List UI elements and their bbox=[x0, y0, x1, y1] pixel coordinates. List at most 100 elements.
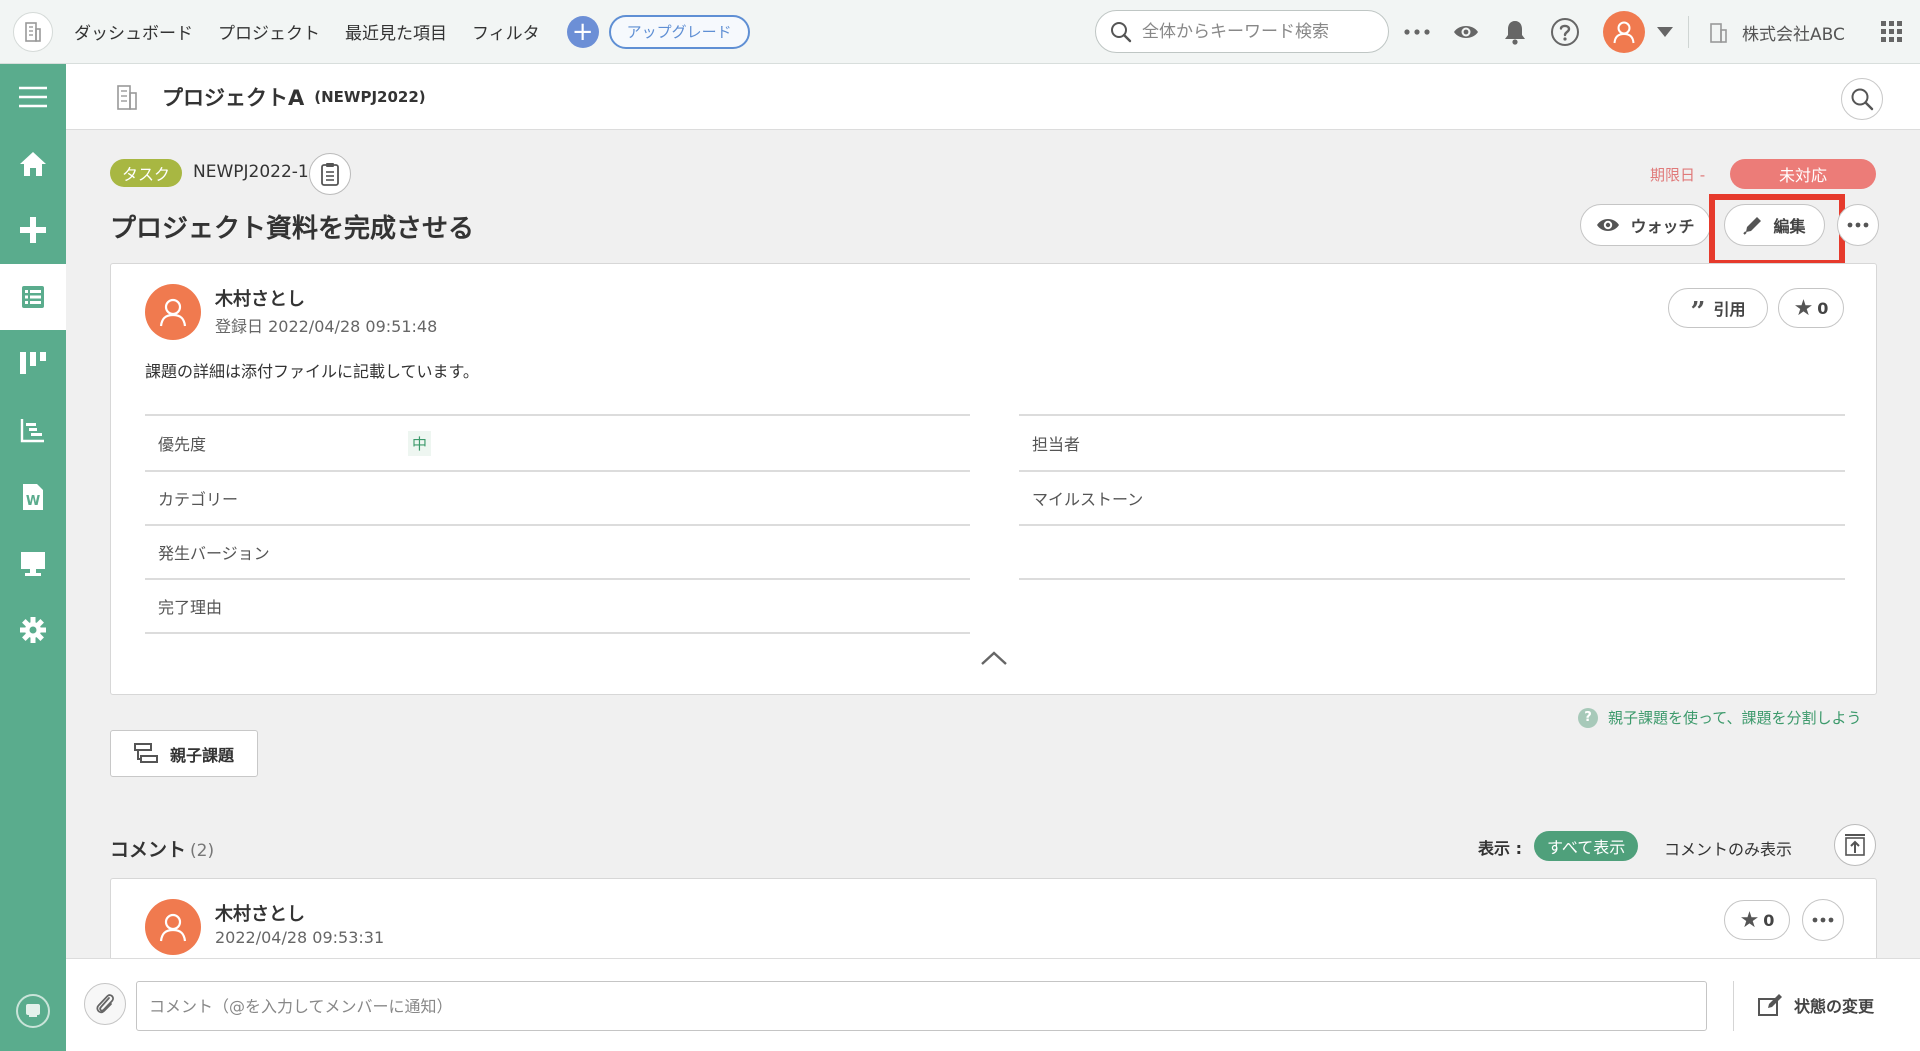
property-label: 担当者 bbox=[1032, 435, 1081, 454]
attach-button[interactable] bbox=[84, 983, 126, 1025]
comments-title: コメント bbox=[110, 839, 187, 861]
more-icon bbox=[1812, 917, 1834, 923]
watch-label: ウォッチ bbox=[1630, 217, 1695, 236]
help-link-text: 親子課題を使って、課題を分割しよう bbox=[1608, 709, 1862, 727]
commenter-name[interactable]: 木村さとし bbox=[215, 900, 305, 926]
project-key: (NEWPJ2022) bbox=[314, 87, 426, 106]
gantt-icon[interactable] bbox=[0, 397, 66, 463]
display-filter-label: 表示 : bbox=[1478, 839, 1522, 858]
quote-icon: ” bbox=[1690, 297, 1706, 327]
hierarchy-icon bbox=[133, 742, 158, 763]
property-label: 優先度 bbox=[158, 435, 207, 454]
due-date: 期限日 - bbox=[1650, 166, 1706, 184]
files-icon[interactable] bbox=[0, 530, 66, 596]
company-switcher[interactable]: 株式会社ABC bbox=[1708, 20, 1845, 45]
eye-icon bbox=[1597, 219, 1620, 231]
show-comments-only-toggle[interactable]: コメントのみ表示 bbox=[1664, 836, 1792, 860]
issue-card: 木村さとし 登録日 2022/04/28 09:51:48 ” 引用 ★ 0 課… bbox=[110, 263, 1877, 695]
author-name[interactable]: 木村さとし bbox=[215, 285, 305, 311]
upgrade-button[interactable]: アップグレード bbox=[608, 14, 750, 49]
edit-status-icon bbox=[1758, 994, 1782, 1016]
more-icon bbox=[1847, 222, 1869, 228]
top-bar: ダッシュボード プロジェクト 最近見た項目 フィルタ + アップグレード 株式会… bbox=[0, 0, 1920, 64]
property-row bbox=[1019, 526, 1845, 580]
chevron-up-icon[interactable] bbox=[979, 648, 1009, 668]
global-search[interactable] bbox=[1095, 10, 1389, 53]
issues-list-icon[interactable] bbox=[0, 264, 66, 330]
user-avatar[interactable] bbox=[1603, 11, 1645, 53]
settings-icon[interactable] bbox=[0, 597, 66, 663]
change-status-label: 状態の変更 bbox=[1794, 997, 1875, 1016]
paperclip-icon bbox=[96, 994, 114, 1014]
parent-child-button[interactable]: 親子課題 bbox=[110, 730, 258, 777]
watch-button[interactable]: ウォッチ bbox=[1580, 204, 1711, 246]
project-header: プロジェクトA (NEWPJ2022) bbox=[66, 64, 1920, 130]
chat-icon[interactable] bbox=[16, 994, 50, 1028]
highlight-box bbox=[1709, 194, 1845, 266]
search-icon bbox=[1851, 88, 1874, 111]
issue-type-badge: タスク bbox=[110, 159, 183, 187]
comment-star-count: 0 bbox=[1763, 910, 1775, 930]
star-button[interactable]: ★ 0 bbox=[1778, 288, 1844, 328]
show-all-toggle[interactable]: すべて表示 bbox=[1534, 831, 1639, 861]
bell-icon[interactable] bbox=[1499, 16, 1531, 48]
board-icon[interactable] bbox=[0, 330, 66, 396]
star-icon: ★ bbox=[1739, 907, 1760, 933]
property-row: 担当者 bbox=[1019, 414, 1845, 472]
search-input[interactable] bbox=[1142, 21, 1362, 42]
comments-heading: コメント (2) bbox=[110, 835, 214, 862]
home-icon[interactable] bbox=[0, 131, 66, 197]
property-label: 発生バージョン bbox=[158, 544, 270, 563]
building-icon bbox=[1710, 22, 1727, 43]
more-icon[interactable] bbox=[1401, 16, 1433, 48]
add-icon[interactable]: + bbox=[566, 15, 599, 48]
parent-child-help-link[interactable]: ? 親子課題を使って、課題を分割しよう bbox=[1578, 707, 1862, 728]
nav-project[interactable]: プロジェクト bbox=[218, 19, 320, 44]
status-badge[interactable]: 未対応 bbox=[1730, 159, 1876, 189]
nav-filter[interactable]: フィルタ bbox=[472, 19, 540, 44]
comments-count: (2) bbox=[190, 841, 215, 861]
copy-key-button[interactable] bbox=[309, 153, 351, 195]
nav-dashboard[interactable]: ダッシュボード bbox=[74, 19, 193, 44]
star-icon: ★ bbox=[1793, 295, 1814, 321]
building-icon bbox=[13, 11, 53, 52]
property-label: 完了理由 bbox=[158, 598, 223, 617]
property-table-left: 優先度 中 カテゴリー 発生バージョン 完了理由 bbox=[145, 414, 970, 634]
project-name[interactable]: プロジェクトA bbox=[162, 82, 304, 112]
add-issue-icon[interactable] bbox=[0, 197, 66, 263]
comment-more-button[interactable] bbox=[1802, 899, 1844, 941]
watch-list-icon[interactable] bbox=[1450, 16, 1482, 48]
clipboard-icon bbox=[321, 163, 339, 186]
comment-bar: 状態の変更 bbox=[66, 958, 1920, 1051]
company-name: 株式会社ABC bbox=[1742, 25, 1845, 45]
property-row: マイルストーン bbox=[1019, 472, 1845, 526]
divider bbox=[1688, 16, 1689, 48]
menu-icon[interactable] bbox=[0, 64, 66, 130]
issue-description: 課題の詳細は添付ファイルに記載しています。 bbox=[145, 362, 479, 381]
svg-text:W: W bbox=[26, 494, 40, 509]
author-avatar[interactable] bbox=[145, 284, 201, 340]
upload-icon bbox=[1845, 834, 1865, 856]
help-icon[interactable] bbox=[1549, 16, 1581, 48]
star-count: 0 bbox=[1817, 298, 1829, 318]
chevron-down-icon[interactable] bbox=[1649, 16, 1681, 48]
more-actions-button[interactable] bbox=[1837, 204, 1879, 246]
comment-date: 2022/04/28 09:53:31 bbox=[215, 928, 385, 947]
divider bbox=[1733, 981, 1734, 1031]
comment-star-button[interactable]: ★ 0 bbox=[1724, 900, 1790, 940]
wiki-icon[interactable]: W bbox=[0, 464, 66, 530]
change-status-button[interactable]: 状態の変更 bbox=[1758, 993, 1874, 1017]
nav-recent[interactable]: 最近見た項目 bbox=[345, 19, 447, 44]
property-table-right: 担当者 マイルストーン bbox=[1019, 414, 1845, 580]
project-search-button[interactable] bbox=[1841, 78, 1883, 120]
commenter-avatar[interactable] bbox=[145, 899, 201, 955]
scroll-top-button[interactable] bbox=[1834, 824, 1876, 866]
help-icon: ? bbox=[1578, 707, 1598, 728]
app-logo[interactable] bbox=[0, 0, 66, 64]
property-row: カテゴリー bbox=[145, 472, 970, 526]
comment-input[interactable] bbox=[136, 981, 1707, 1031]
quote-button[interactable]: ” 引用 bbox=[1668, 288, 1768, 328]
issue-title: プロジェクト資料を完成させる bbox=[110, 214, 475, 244]
app-grid-icon[interactable] bbox=[1876, 16, 1908, 48]
issue-key: NEWPJ2022-1 bbox=[193, 162, 309, 182]
